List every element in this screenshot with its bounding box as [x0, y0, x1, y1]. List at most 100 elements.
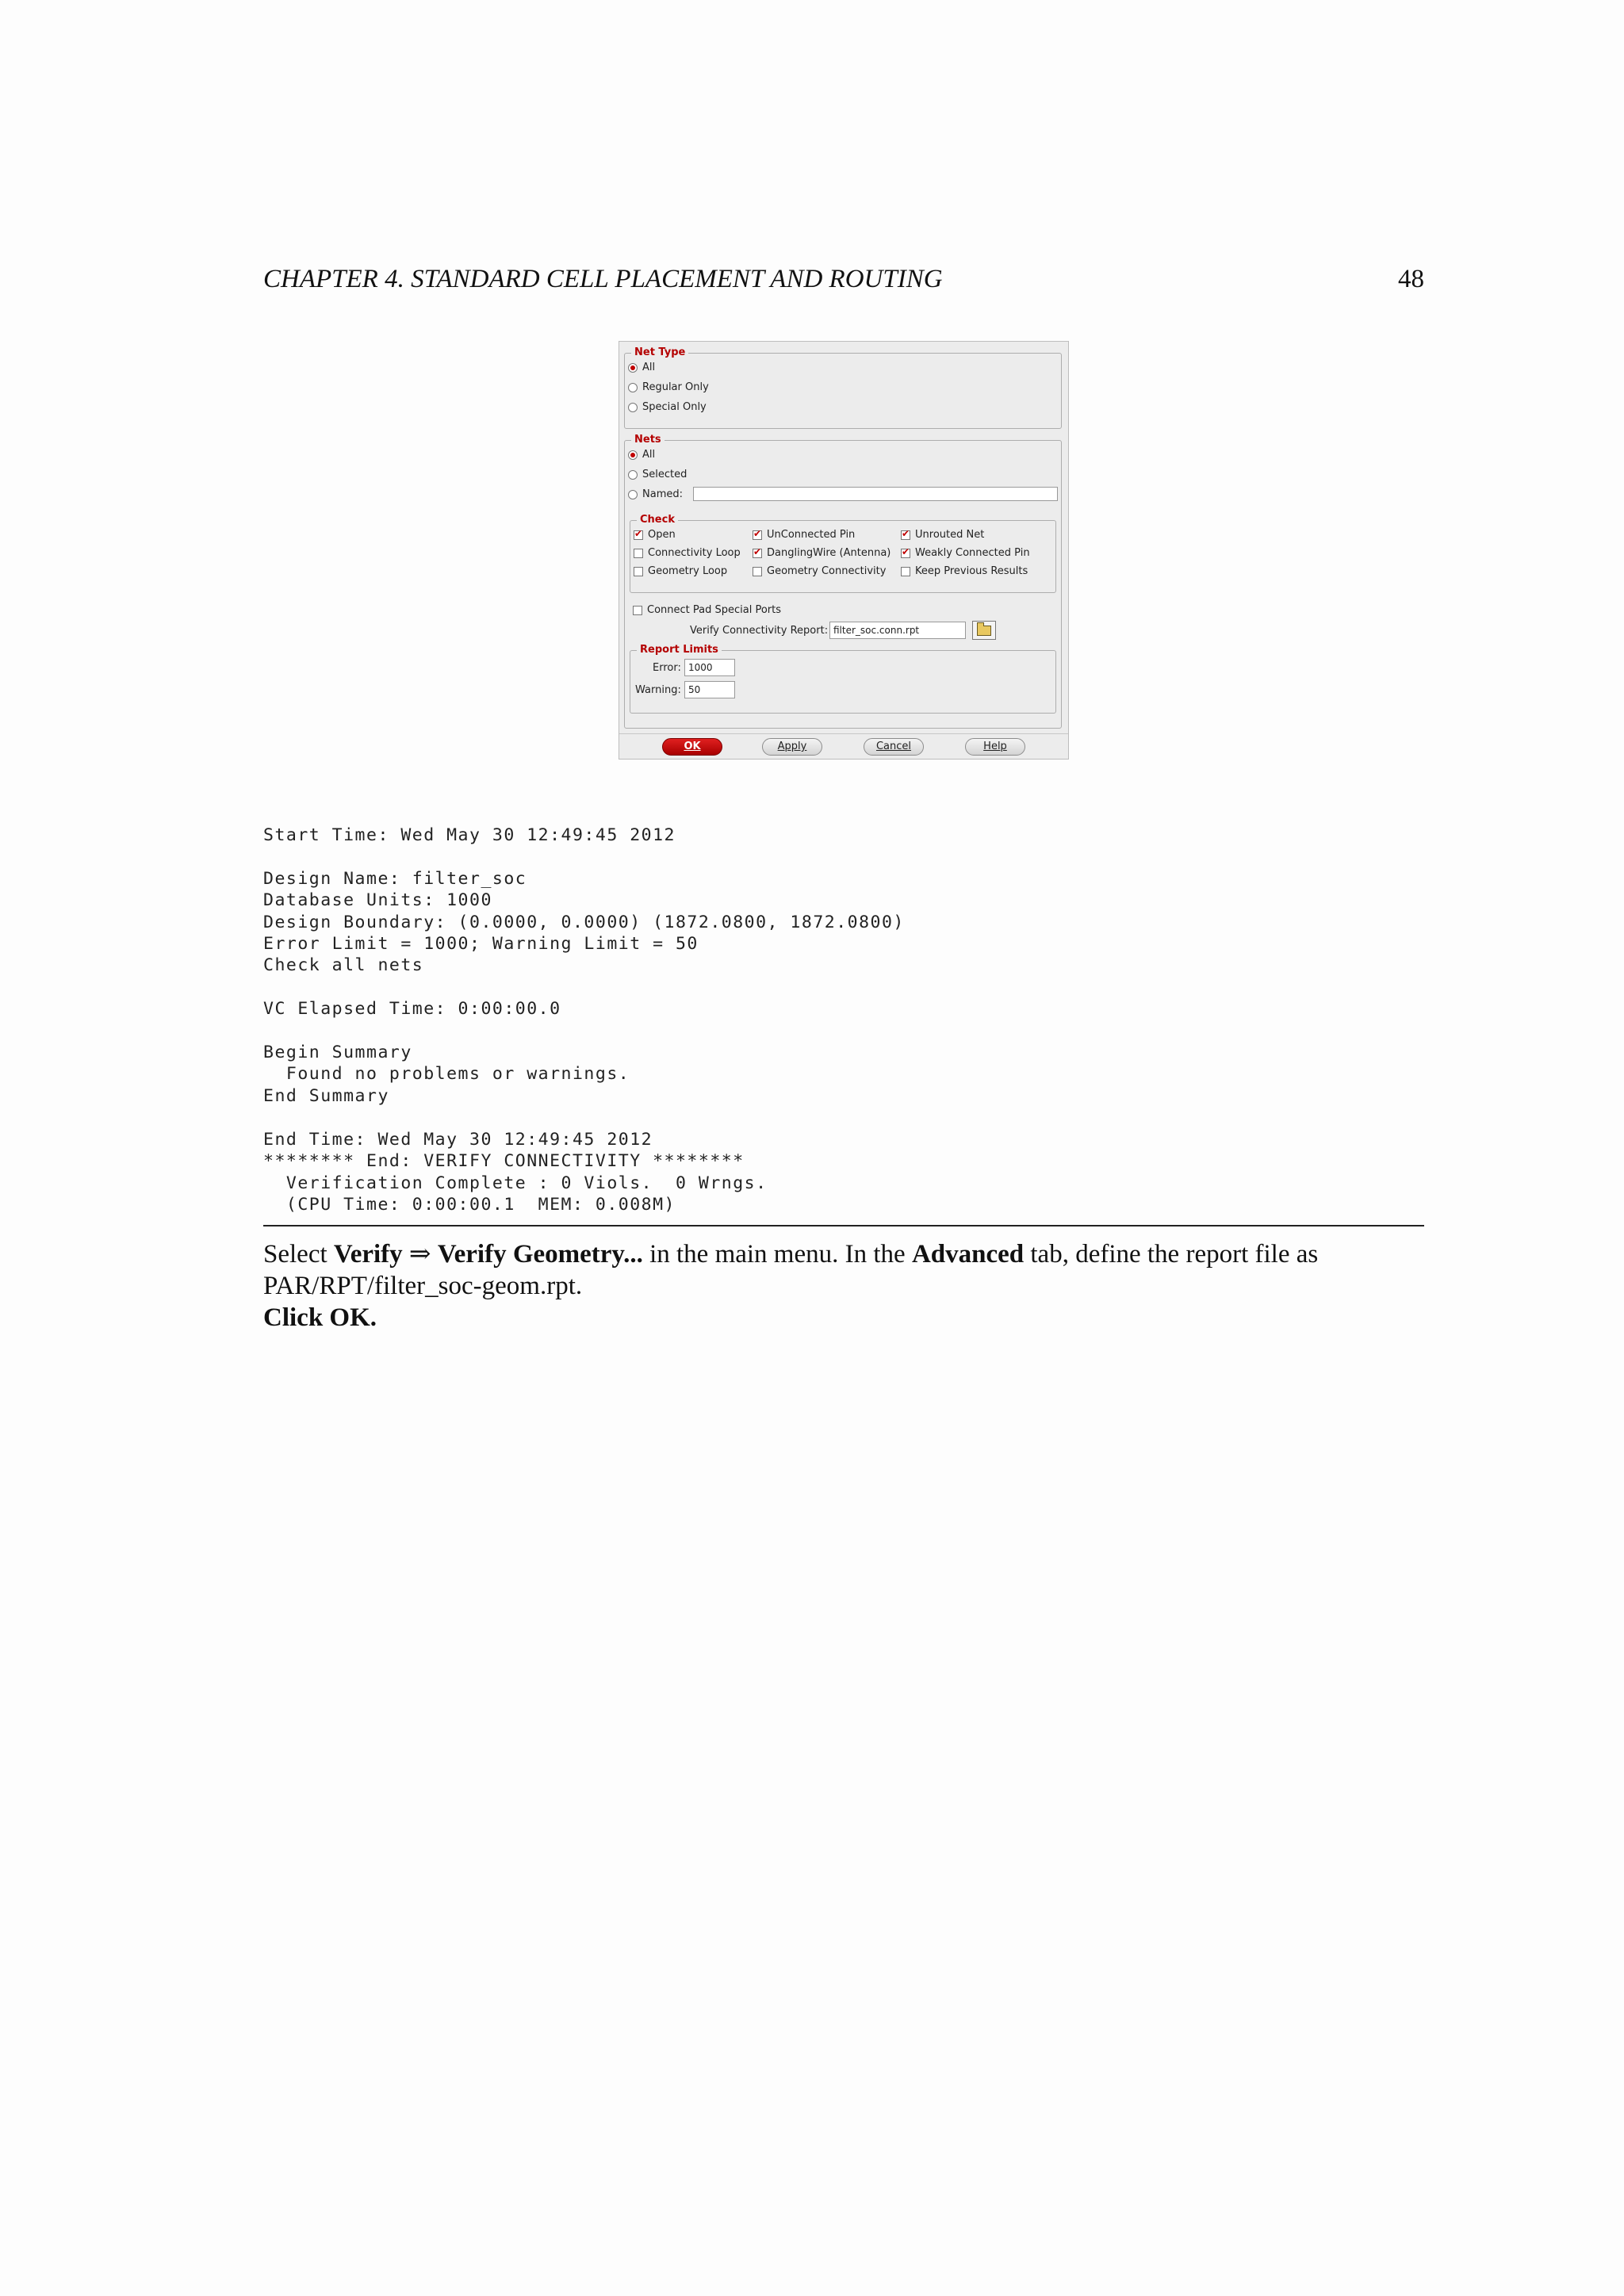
net-type-regular-option[interactable]: Regular Only [628, 381, 709, 393]
report-limits-group: Report Limits Error: 1000 Warning: 50 [630, 644, 1056, 714]
report-file-input[interactable]: filter_soc.conn.rpt [829, 622, 966, 639]
check-label: Connectivity Loop [648, 547, 741, 559]
error-limit-input[interactable]: 1000 [684, 659, 735, 676]
chapter-title: CHAPTER 4. STANDARD CELL PLACEMENT AND R… [263, 265, 943, 293]
net-type-group: Net Type All Regular Only Special Only [624, 346, 1062, 429]
instruction-text: tab, define the report file as [1024, 1240, 1319, 1269]
verify-connectivity-dialog: Net Type All Regular Only Special Only N… [619, 341, 1069, 760]
named-nets-input[interactable] [693, 487, 1058, 501]
log-line: Error Limit = 1000; Warning Limit = 50 [263, 934, 699, 955]
instruction-line-3: Click OK. [263, 1303, 377, 1332]
log-line: Found no problems or warnings. [263, 1064, 630, 1085]
check-open[interactable]: Open [634, 528, 676, 541]
check-legend: Check [637, 514, 678, 526]
option-label: Regular Only [642, 381, 709, 393]
checkbox-icon[interactable] [901, 546, 910, 558]
option-label: Named: [642, 488, 683, 500]
checkbox-icon[interactable] [633, 605, 642, 615]
nets-named-option[interactable]: Named: [628, 488, 683, 500]
log-line: End Summary [263, 1085, 389, 1106]
log-line: Start Time: Wed May 30 12:49:45 2012 [263, 825, 676, 845]
check-connectivity-loop[interactable]: Connectivity Loop [634, 547, 741, 559]
report-label: Verify Connectivity Report: [690, 625, 829, 637]
option-label: Selected [642, 469, 688, 480]
radio-icon[interactable] [628, 450, 638, 460]
dialog-button-bar: OK Apply Cancel Help [619, 733, 1068, 760]
checkbox-icon[interactable] [753, 546, 762, 558]
check-unconnected-pin[interactable]: UnConnected Pin [753, 528, 856, 541]
nets-all-option[interactable]: All [628, 449, 655, 461]
check-weakly-connected-pin[interactable]: Weakly Connected Pin [901, 546, 1030, 559]
instruction-text: in the main menu. In the [642, 1240, 912, 1269]
warning-limit-input[interactable]: 50 [684, 681, 735, 698]
log-line: Verification Complete : 0 Viols. 0 Wrngs… [263, 1173, 768, 1193]
verify-connectivity-log: Start Time: Wed May 30 12:49:45 2012 Des… [263, 825, 905, 1215]
radio-icon[interactable] [628, 489, 638, 499]
radio-icon[interactable] [628, 469, 638, 480]
log-line: (CPU Time: 0:00:00.1 MEM: 0.008M) [263, 1194, 676, 1215]
log-line: VC Elapsed Time: 0:00:00.0 [263, 999, 561, 1020]
warning-label: Warning: [635, 684, 681, 696]
check-label: Geometry Connectivity [767, 565, 887, 577]
checkbox-icon[interactable] [901, 566, 910, 576]
report-limits-legend: Report Limits [637, 644, 722, 656]
instruction-text: Select [263, 1240, 334, 1269]
connect-pad-label: Connect Pad Special Ports [647, 604, 782, 616]
log-line: Design Boundary: (0.0000, 0.0000) (1872.… [263, 912, 905, 932]
check-label: Open [648, 529, 676, 541]
log-line: ******** End: VERIFY CONNECTIVITY ******… [263, 1151, 745, 1172]
page-number: 48 [1398, 265, 1424, 293]
help-button[interactable]: Help [965, 738, 1025, 756]
checkbox-icon[interactable] [753, 528, 762, 540]
nets-selected-option[interactable]: Selected [628, 469, 687, 480]
advanced-tab-name: Advanced [911, 1240, 1025, 1269]
check-label: Weakly Connected Pin [915, 547, 1030, 559]
checkbox-icon[interactable] [634, 548, 643, 558]
log-line: End Time: Wed May 30 12:49:45 2012 [263, 1129, 653, 1150]
folder-icon [977, 622, 991, 636]
checkbox-icon[interactable] [634, 528, 643, 540]
cancel-button[interactable]: Cancel [864, 738, 924, 756]
instruction-line-1: Select Verify ⇒ Verify Geometry... in th… [263, 1238, 1424, 1270]
check-geometry-connectivity[interactable]: Geometry Connectivity [753, 565, 886, 577]
log-line: Begin Summary [263, 1043, 412, 1063]
arrow-icon: ⇒ [402, 1240, 438, 1269]
check-geometry-loop[interactable]: Geometry Loop [634, 565, 727, 577]
instruction-line-2: PAR/RPT/filter_soc-geom.rpt. [263, 1272, 583, 1300]
checkbox-icon[interactable] [753, 566, 762, 576]
log-line: Check all nets [263, 955, 424, 976]
connect-pad-special-ports[interactable]: Connect Pad Special Ports [633, 604, 781, 616]
divider [263, 1225, 1424, 1226]
net-type-legend: Net Type [631, 346, 689, 358]
check-label: Geometry Loop [648, 565, 728, 577]
check-unrouted-net[interactable]: Unrouted Net [901, 528, 985, 541]
check-label: Keep Previous Results [915, 565, 1028, 577]
menu-verify: Verify [333, 1240, 403, 1269]
radio-icon[interactable] [628, 402, 638, 412]
apply-button[interactable]: Apply [762, 738, 822, 756]
check-label: DanglingWire (Antenna) [767, 547, 891, 559]
browse-button[interactable] [972, 621, 996, 640]
log-line: Design Name: filter_soc [263, 868, 527, 889]
nets-legend: Nets [631, 434, 665, 446]
instruction-paragraph: Select Verify ⇒ Verify Geometry... in th… [263, 1238, 1424, 1334]
ok-button[interactable]: OK [662, 738, 722, 756]
menu-verify-geometry: Verify Geometry... [437, 1240, 643, 1269]
check-dangling-wire[interactable]: DanglingWire (Antenna) [753, 546, 891, 559]
log-line: Database Units: 1000 [263, 890, 492, 911]
net-type-special-option[interactable]: Special Only [628, 401, 707, 413]
check-keep-previous-results[interactable]: Keep Previous Results [901, 565, 1028, 577]
check-label: Unrouted Net [915, 529, 985, 541]
option-label: Special Only [642, 401, 707, 413]
checkbox-icon[interactable] [634, 566, 643, 576]
nets-group: Nets All Selected Named: Check Open UnCo… [624, 434, 1062, 729]
check-label: UnConnected Pin [767, 529, 856, 541]
net-type-all-option[interactable]: All [628, 362, 655, 373]
error-label: Error: [653, 662, 681, 674]
option-label: All [642, 362, 656, 373]
option-label: All [642, 449, 656, 461]
page-header: CHAPTER 4. STANDARD CELL PLACEMENT AND R… [263, 265, 1424, 300]
checkbox-icon[interactable] [901, 528, 910, 540]
radio-icon[interactable] [628, 382, 638, 392]
radio-icon[interactable] [628, 362, 638, 373]
